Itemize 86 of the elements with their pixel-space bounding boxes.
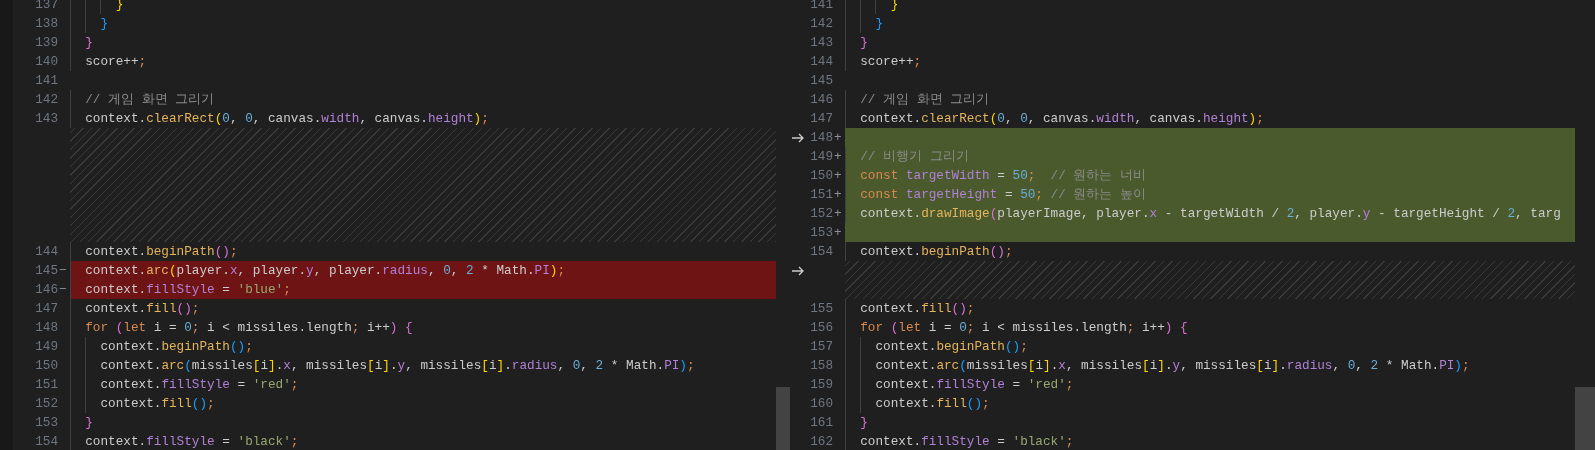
line-number: 151 <box>810 187 833 202</box>
line-number: 145 <box>810 73 833 88</box>
code-line: const targetHeight = 50; // 원하는 높이 <box>859 187 1147 202</box>
line-number: 148 <box>35 320 58 335</box>
code-line: // 게임 화면 그리기 <box>859 92 990 107</box>
line-number: 138 <box>35 16 58 31</box>
code-line: } <box>84 35 93 50</box>
code-line: context.arc(missiles[i].x, missiles[i].y, missiles[i].radius, 0, 2 * Math.PI); <box>99 358 695 373</box>
code-line: context.fillStyle = 'black'; <box>859 434 1074 449</box>
line-number: 145 <box>35 263 58 278</box>
code-line: // 게임 화면 그리기 <box>84 92 215 107</box>
line-number: 157 <box>810 339 833 354</box>
line-number: 141 <box>810 0 833 12</box>
code-line: score++; <box>859 54 922 69</box>
line-number: 155 <box>810 301 833 316</box>
code-line: score++; <box>84 54 147 69</box>
line-number: 143 <box>810 35 833 50</box>
line-number: 160 <box>810 396 833 411</box>
code-line: for (let i = 0; i < missiles.length; i++) { <box>859 320 1188 335</box>
line-number: 151 <box>35 377 58 392</box>
line-number: 161 <box>810 415 833 430</box>
code-line: context.clearRect(0, 0, canvas.width, canvas.height); <box>84 111 489 126</box>
line-number: 147 <box>35 301 58 316</box>
line-number: 142 <box>810 16 833 31</box>
diff-marker: + <box>833 168 842 183</box>
diff-marker: + <box>833 225 842 240</box>
line-number: 159 <box>810 377 833 392</box>
line-number: 153 <box>35 415 58 430</box>
line-number: 141 <box>35 73 58 88</box>
diff-marker: − <box>58 282 67 297</box>
line-number: 154 <box>35 434 58 449</box>
line-number: 142 <box>35 92 58 107</box>
arrow-icon[interactable] <box>791 131 805 144</box>
code-line: context.fill(); <box>874 396 990 411</box>
diff-marker: + <box>833 206 842 221</box>
diff-marker: + <box>833 130 842 145</box>
diff-marker: − <box>58 263 67 278</box>
line-number: 137 <box>35 0 58 12</box>
line-number: 162 <box>810 434 833 449</box>
code-line: context.fillStyle = 'blue'; <box>84 282 291 297</box>
code-line: context.fill(); <box>859 301 975 316</box>
line-number: 149 <box>35 339 58 354</box>
code-line: context.fillStyle = 'red'; <box>874 377 1074 392</box>
code-line: context.drawImage(playerImage, player.x - targetWidth / 2, player.y - targetHeight / 2, targ <box>859 206 1561 221</box>
scrollbar-thumb[interactable] <box>1575 387 1595 450</box>
scrollbar-thumb[interactable] <box>776 387 790 450</box>
line-number: 146 <box>35 282 58 297</box>
line-number: 144 <box>810 54 833 69</box>
code-line: } <box>874 16 884 31</box>
line-number: 140 <box>35 54 58 69</box>
line-number: 147 <box>810 111 833 126</box>
code-line: context.beginPath(); <box>859 244 1013 259</box>
diff-marker: + <box>833 149 842 164</box>
diff-marker: + <box>833 187 842 202</box>
line-number: 156 <box>810 320 833 335</box>
line-number: 149 <box>810 149 833 164</box>
line-number: 139 <box>35 35 58 50</box>
code-line: } <box>84 415 93 430</box>
code-line: context.beginPath(); <box>84 244 238 259</box>
code-line: context.fillStyle = 'black'; <box>84 434 299 449</box>
line-number: 146 <box>810 92 833 107</box>
line-number: 144 <box>35 244 58 259</box>
line-number: 152 <box>810 206 833 221</box>
code-line: context.clearRect(0, 0, canvas.width, canvas.height); <box>859 111 1264 126</box>
code-line: context.beginPath(); <box>874 339 1028 354</box>
code-line: context.fill(); <box>84 301 200 316</box>
code-line: } <box>99 16 109 31</box>
code-line: context.beginPath(); <box>99 339 253 354</box>
code-line: } <box>859 415 868 430</box>
line-number: 153 <box>810 225 833 240</box>
code-line: const targetWidth = 50; // 원하는 너비 <box>859 168 1147 183</box>
line-number: 158 <box>810 358 833 373</box>
code-line: context.arc(player.x, player.y, player.radius, 0, 2 * Math.PI); <box>84 263 566 278</box>
line-number: 152 <box>35 396 58 411</box>
arrow-icon[interactable] <box>791 264 805 277</box>
code-line: context.arc(missiles[i].x, missiles[i].y, missiles[i].radius, 0, 2 * Math.PI); <box>874 358 1470 373</box>
code-line: context.fill(); <box>99 396 215 411</box>
line-number: 143 <box>35 111 58 126</box>
line-number: 154 <box>810 244 833 259</box>
code-line: context.fillStyle = 'red'; <box>99 377 299 392</box>
code-line: for (let i = 0; i < missiles.length; i++) { <box>84 320 413 335</box>
code-line: } <box>859 35 868 50</box>
line-number: 150 <box>35 358 58 373</box>
code-line: // 비행기 그리기 <box>859 149 969 164</box>
line-number: 150 <box>810 168 833 183</box>
line-number: 148 <box>810 130 833 145</box>
